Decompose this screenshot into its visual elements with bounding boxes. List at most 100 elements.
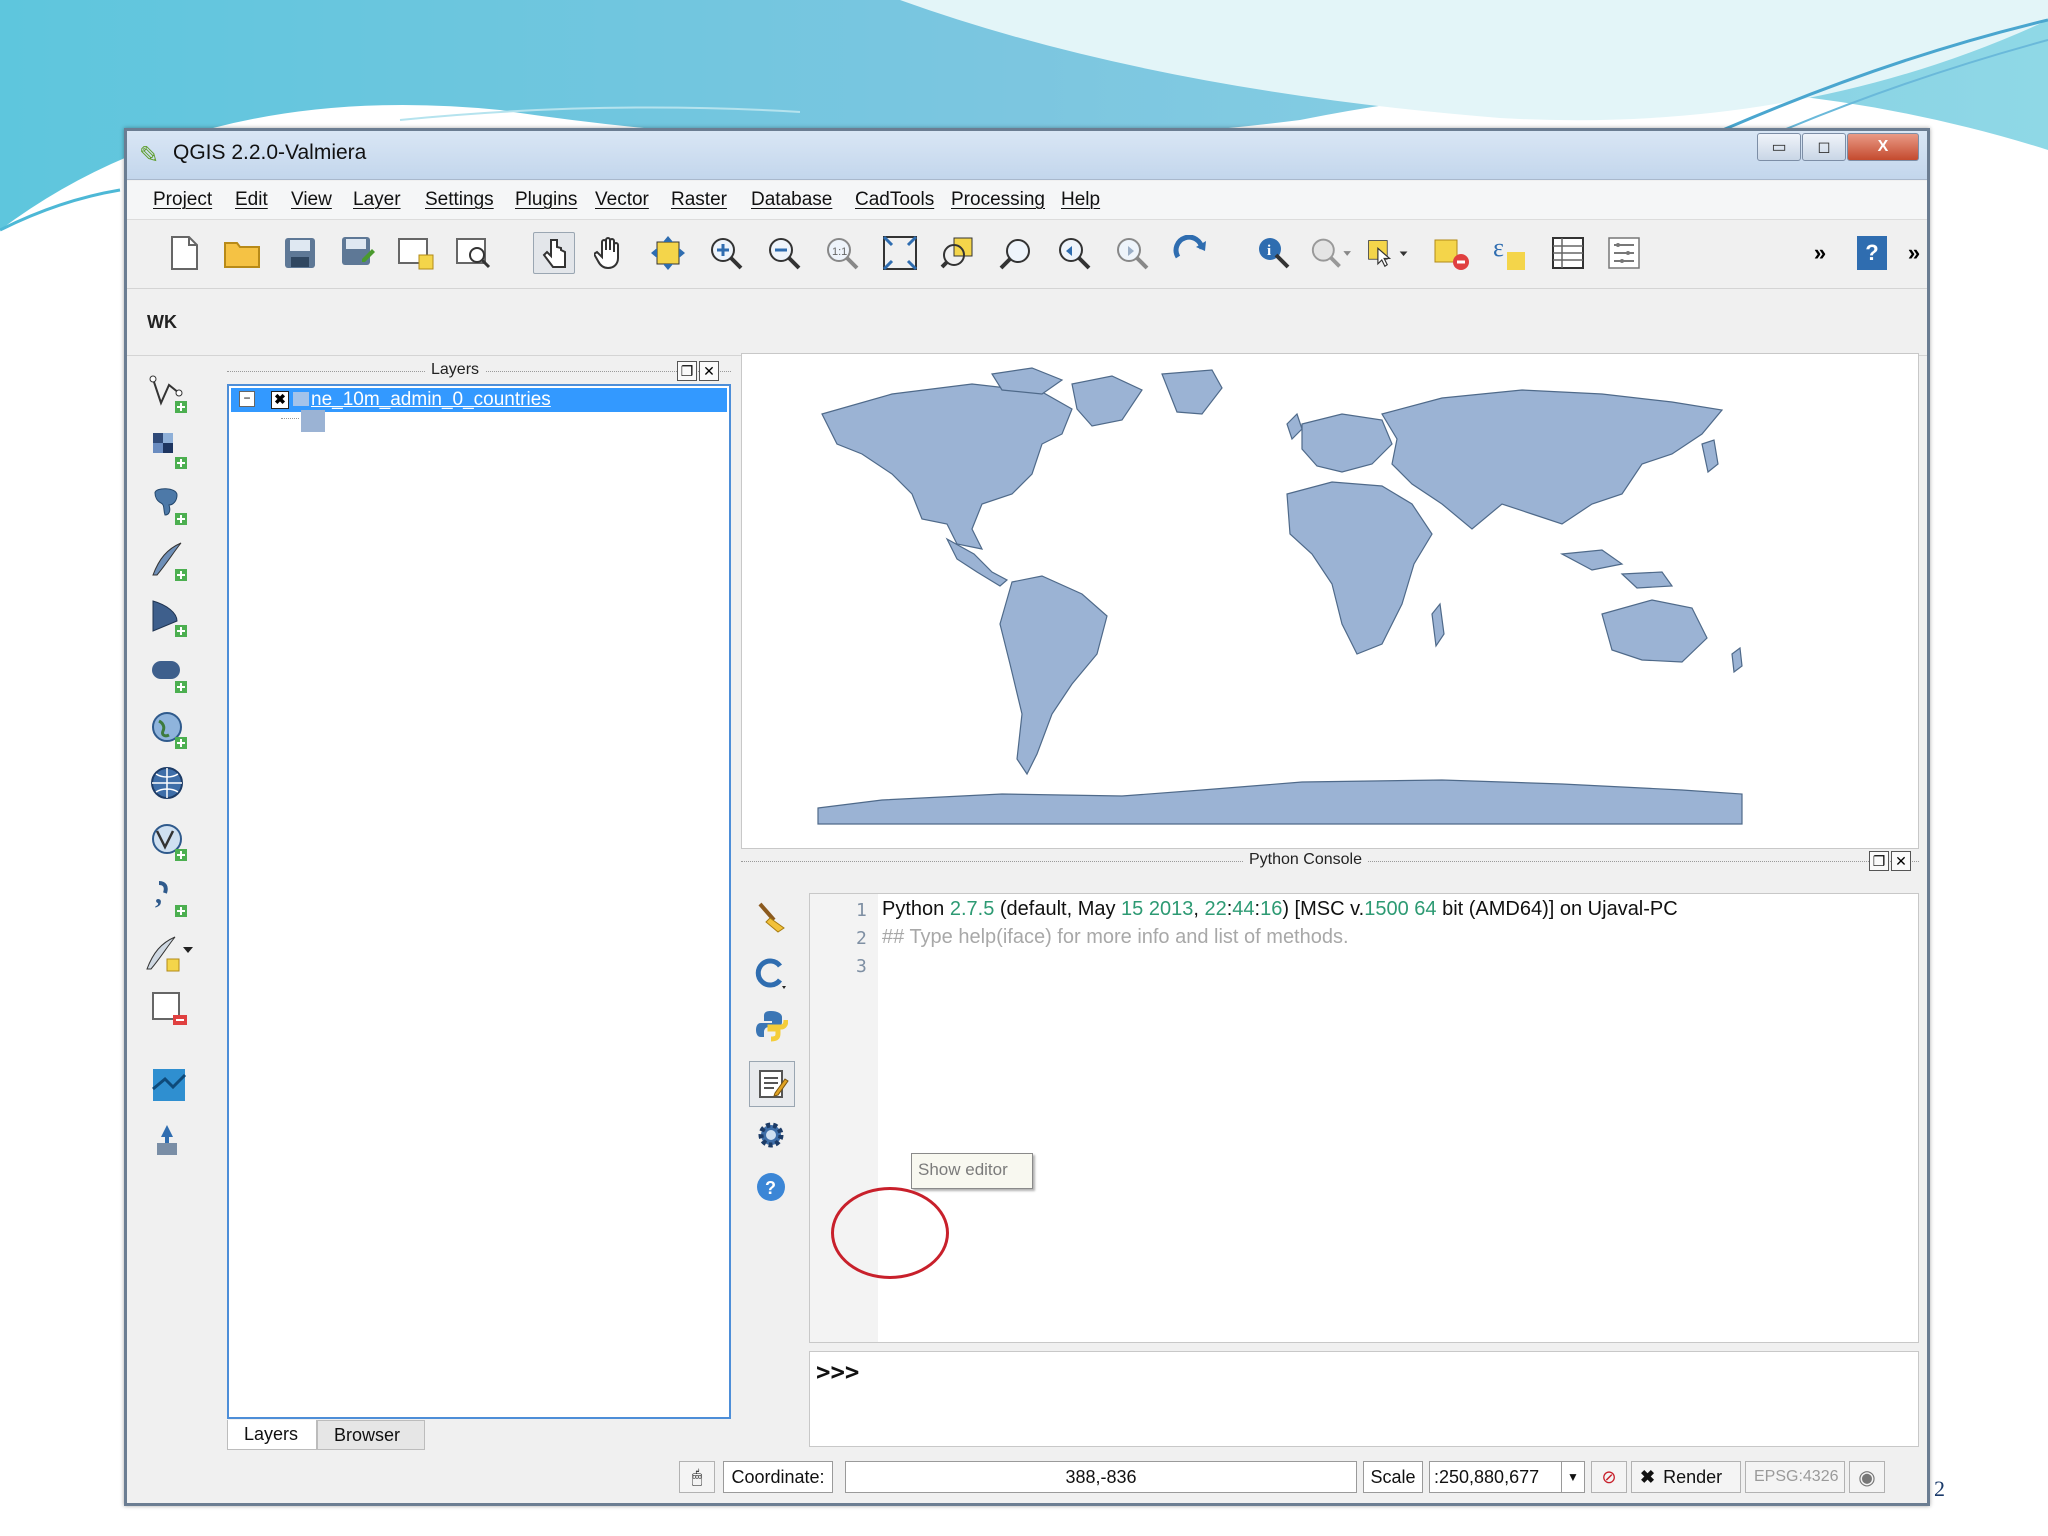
menu-project[interactable]: Project (153, 189, 212, 211)
scale-combobox[interactable]: :250,880,677 ▼ (1429, 1461, 1585, 1493)
plugin-toolbar: WK (127, 289, 1927, 356)
render-checkbox[interactable]: ✖ Render (1631, 1461, 1741, 1493)
help-contents-icon[interactable]: ? (1851, 232, 1893, 274)
zoom-next-icon[interactable] (1111, 232, 1153, 274)
map-tips-icon[interactable] (1603, 232, 1645, 274)
map-canvas[interactable] (741, 353, 1919, 849)
console-output[interactable]: 1 2 3 Python 2.7.5 (default, May 15 2013… (809, 893, 1919, 1343)
menu-vector[interactable]: Vector (595, 189, 649, 211)
add-raster-layer-icon[interactable] (145, 425, 193, 473)
pan-to-selection-icon[interactable] (647, 232, 689, 274)
deselect-icon[interactable] (1431, 232, 1473, 274)
main-toolbar: 1:1 i ε » ? » (127, 220, 1927, 289)
tab-layers[interactable]: Layers (227, 1420, 317, 1450)
add-wcs-layer-icon[interactable] (145, 761, 193, 809)
slide-page-number: 2 (1934, 1476, 1945, 1501)
add-wfs-layer-icon[interactable] (145, 817, 193, 865)
zoom-to-layer-icon[interactable] (995, 232, 1037, 274)
menu-layer[interactable]: Layer (353, 189, 401, 211)
new-project-icon[interactable] (163, 232, 205, 274)
refresh-icon[interactable] (1169, 232, 1211, 274)
stop-render-icon[interactable]: ⊘ (1591, 1461, 1627, 1493)
add-oracle-layer-icon[interactable] (145, 649, 193, 697)
menu-bar: Project Edit View Layer Settings Plugins… (127, 181, 1927, 220)
clear-console-icon[interactable] (749, 895, 793, 939)
spatial-query-icon[interactable] (145, 1117, 193, 1165)
add-mssql-layer-icon[interactable] (145, 593, 193, 641)
render-check-icon: ✖ (1640, 1466, 1656, 1487)
zoom-actual-size-icon[interactable]: 1:1 (821, 232, 863, 274)
import-class-icon[interactable] (749, 951, 793, 995)
messages-icon[interactable]: ◉ (1849, 1461, 1885, 1493)
layers-float-button[interactable]: ❐ (677, 361, 697, 381)
toolbar-overflow-2[interactable]: » (1893, 232, 1935, 274)
field-calculator-icon[interactable]: ε (1489, 232, 1531, 274)
open-project-icon[interactable] (221, 232, 263, 274)
save-as-icon[interactable] (337, 232, 379, 274)
settings-gear-icon[interactable] (749, 1113, 793, 1157)
menu-raster[interactable]: Raster (671, 189, 727, 211)
zoom-to-selection-icon[interactable] (937, 232, 979, 274)
console-float-button[interactable]: ❐ (1869, 851, 1889, 871)
menu-view[interactable]: View (291, 189, 332, 211)
console-close-button[interactable]: ✕ (1891, 851, 1911, 871)
crs-status[interactable]: EPSG:4326 (1745, 1461, 1845, 1493)
layer-row[interactable]: − ✖ ne_10m_admin_0_countries (231, 388, 727, 412)
georeferencer-icon[interactable] (145, 1061, 193, 1109)
zoom-full-icon[interactable] (879, 232, 921, 274)
minimize-button[interactable]: ▭ (1757, 133, 1801, 161)
wkt-plugin-icon[interactable]: WK (141, 301, 183, 343)
text-default: (default, May (994, 898, 1122, 920)
layers-tree: − ✖ ne_10m_admin_0_countries (227, 384, 731, 1419)
console-line-1: Python 2.7.5 (default, May 15 2013, 22:4… (882, 898, 1678, 920)
zoom-out-icon[interactable] (763, 232, 805, 274)
attribute-table-icon[interactable] (1547, 232, 1589, 274)
toolbar-overflow-1[interactable]: » (1799, 232, 1841, 274)
coordinate-field[interactable]: 388,-836 (845, 1461, 1357, 1493)
add-postgis-layer-icon[interactable] (145, 481, 193, 529)
touch-zoom-pan-icon[interactable] (533, 232, 575, 274)
new-print-composer-icon[interactable] (395, 232, 437, 274)
identify-features-icon[interactable]: i (1253, 232, 1295, 274)
layers-close-button[interactable]: ✕ (699, 361, 719, 381)
build-hour: 22 (1204, 898, 1227, 920)
manage-layers-toolbar: , (137, 357, 199, 1457)
menu-database[interactable]: Database (751, 189, 832, 211)
menu-plugins[interactable]: Plugins (515, 189, 577, 211)
composer-manager-icon[interactable] (453, 232, 495, 274)
menu-settings[interactable]: Settings (425, 189, 494, 211)
maximize-button[interactable]: ◻ (1802, 133, 1846, 161)
tab-browser[interactable]: Browser (317, 1420, 425, 1450)
run-command-icon[interactable] (749, 1003, 793, 1047)
build-year: 2013 (1148, 898, 1194, 920)
coordinate-toggle-icon[interactable]: 🖱 (679, 1461, 715, 1493)
new-shapefile-layer-icon[interactable] (145, 929, 193, 977)
zoom-last-icon[interactable] (1053, 232, 1095, 274)
show-editor-icon[interactable] (749, 1061, 795, 1107)
save-project-icon[interactable] (279, 232, 321, 274)
chevron-down-icon[interactable]: ▼ (1561, 1462, 1584, 1492)
svg-text:?: ? (765, 1178, 776, 1198)
console-input[interactable]: >>> (809, 1351, 1919, 1447)
remove-layer-icon[interactable] (145, 985, 193, 1033)
layer-visibility-checkbox[interactable]: ✖ (271, 391, 289, 409)
add-spatialite-layer-icon[interactable] (145, 537, 193, 585)
menu-processing[interactable]: Processing (951, 189, 1045, 211)
add-wms-layer-icon[interactable] (145, 705, 193, 753)
zoom-in-icon[interactable] (705, 232, 747, 274)
menu-edit[interactable]: Edit (235, 189, 268, 211)
svg-text:i: i (1267, 243, 1271, 259)
console-help-icon[interactable]: ? (749, 1165, 793, 1209)
close-button[interactable]: X (1847, 133, 1919, 161)
menu-help[interactable]: Help (1061, 189, 1100, 211)
collapse-toggle[interactable]: − (239, 391, 255, 407)
status-bar: 🖱 Coordinate: 388,-836 Scale :250,880,67… (127, 1453, 1927, 1499)
add-delimited-text-layer-icon[interactable]: , (145, 873, 193, 921)
scale-value: :250,880,677 (1434, 1466, 1540, 1487)
menu-cadtools[interactable]: CadTools (855, 189, 934, 211)
measure-icon[interactable] (1309, 232, 1351, 274)
add-vector-layer-icon[interactable] (145, 369, 193, 417)
select-features-icon[interactable] (1367, 232, 1409, 274)
qgis-window: ✎ QGIS 2.2.0-Valmiera ▭ ◻ X Project Edit… (124, 128, 1930, 1506)
pan-map-icon[interactable] (589, 232, 631, 274)
